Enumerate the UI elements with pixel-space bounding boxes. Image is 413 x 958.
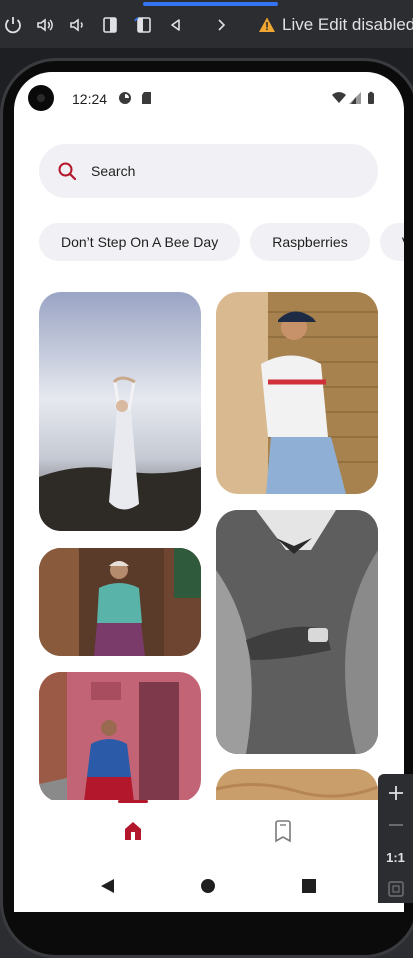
photo-man-cap-wall[interactable]: [216, 292, 378, 494]
device-frame: 12:24 Search Don’t Step On A Bee Day Ras…: [0, 48, 413, 958]
app-screen: 12:24 Search Don’t Step On A Bee Day Ras…: [14, 72, 404, 912]
system-back-button[interactable]: [98, 876, 118, 896]
search-bar[interactable]: Search: [39, 144, 378, 198]
power-icon[interactable]: [2, 14, 24, 36]
emulator-toolbar: Live Edit disabled: [0, 0, 413, 48]
nav-saved[interactable]: [268, 816, 298, 846]
emulator-zoom-panel: 1:1: [378, 774, 413, 903]
cellular-signal-icon: [349, 92, 361, 104]
zoom-in-button[interactable]: [378, 778, 413, 808]
square-recents-icon: [302, 879, 316, 893]
toolbar-accent-bar: [143, 2, 278, 6]
rotate-right-icon[interactable]: [132, 14, 154, 36]
forward-chevron-icon[interactable]: [210, 14, 232, 36]
photo-elderly-woman-doorway[interactable]: [39, 548, 201, 656]
photo-woman-pink-wall[interactable]: [39, 672, 201, 802]
rotate-left-icon[interactable]: [99, 14, 121, 36]
battery-icon: [368, 91, 374, 104]
chip-dont-step-on-a-bee-day[interactable]: Don’t Step On A Bee Day: [39, 223, 241, 261]
home-icon: [125, 822, 141, 840]
sd-card-icon: [142, 92, 151, 104]
photo-suit-cufflinks[interactable]: [216, 510, 378, 754]
fit-screen-icon: [387, 881, 404, 897]
photo-woman-dress-sunset[interactable]: [39, 292, 201, 531]
system-home-button[interactable]: [198, 876, 218, 896]
live-edit-status[interactable]: Live Edit disabled: [258, 14, 413, 36]
chip-raspberries[interactable]: Raspberries: [250, 223, 370, 261]
search-label: Search: [91, 163, 136, 179]
circle-home-icon: [201, 879, 215, 893]
bookmark-icon: [275, 820, 291, 843]
triangle-back-icon: [101, 879, 114, 893]
zoom-fit-button[interactable]: [378, 874, 413, 904]
volume-down-icon[interactable]: [66, 14, 88, 36]
plus-icon: [388, 786, 403, 800]
camera-cutout: [28, 85, 54, 111]
warning-icon: [259, 17, 275, 32]
wifi-icon: [332, 92, 346, 103]
system-recents-button[interactable]: [299, 876, 319, 896]
chip-vint[interactable]: Vint: [379, 223, 404, 261]
zoom-actual-size-button[interactable]: 1:1: [378, 842, 413, 872]
status-time: 12:24: [72, 91, 108, 107]
app-notification-icon: [119, 92, 131, 104]
topic-chips: Don’t Step On A Bee Day Raspberries Vint: [39, 223, 404, 261]
back-icon[interactable]: [165, 14, 187, 36]
system-navigation: [14, 862, 404, 912]
bottom-navigation: [14, 800, 404, 860]
active-tab-indicator: [118, 800, 148, 803]
status-bar: 12:24: [14, 72, 404, 124]
nav-home[interactable]: [118, 816, 148, 846]
zoom-out-button[interactable]: [378, 810, 413, 840]
minus-icon: [388, 824, 403, 826]
volume-up-icon[interactable]: [34, 14, 56, 36]
live-edit-label: Live Edit disabled: [282, 15, 413, 34]
search-icon: [58, 162, 77, 181]
